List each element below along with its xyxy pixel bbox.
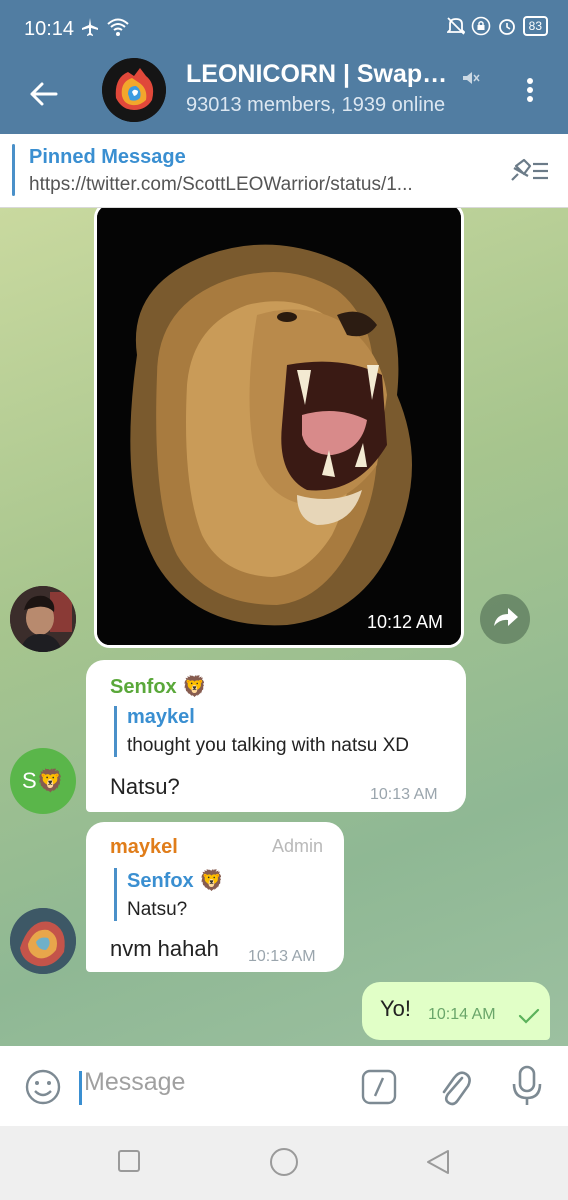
avatar-photo-sender[interactable] <box>10 586 76 652</box>
reply-sender-name: Senfox 🦁 <box>127 870 225 892</box>
pin-list-icon[interactable] <box>506 156 550 186</box>
recent-apps-icon[interactable] <box>116 1148 142 1174</box>
chat-area[interactable]: 10:12 AM S🦁 Senfox 🦁 maykel thought you … <box>0 208 568 1046</box>
status-time: 10:14 <box>24 18 75 40</box>
message-text: Natsu? <box>110 774 180 799</box>
message-bubble-outgoing[interactable]: Yo! 10:14 AM <box>362 982 550 1040</box>
muted-speaker-icon <box>463 72 480 84</box>
battery-indicator: 83 <box>522 16 548 36</box>
group-title: LEONICORN | Swap… <box>186 60 448 88</box>
avatar-maykel[interactable] <box>10 908 76 974</box>
photo-message[interactable]: 10:12 AM <box>94 208 464 648</box>
airplane-icon <box>82 18 98 36</box>
home-icon[interactable] <box>268 1146 300 1178</box>
message-time: 10:13 AM <box>370 786 438 803</box>
person-avatar-icon <box>10 586 76 652</box>
group-member-count: 93013 members, 1939 online <box>186 94 446 116</box>
bot-command-icon[interactable] <box>360 1068 398 1106</box>
reply-text: Natsu? <box>127 899 188 920</box>
lock-icon <box>471 16 490 36</box>
reply-quote[interactable]: Senfox 🦁 Natsu? <box>114 868 224 921</box>
sender-name[interactable]: Senfox 🦁 <box>110 674 207 699</box>
reply-quote[interactable]: maykel thought you talking with natsu XD <box>114 706 409 757</box>
message-input-bar <box>0 1046 568 1126</box>
pinned-label: Pinned Message <box>29 146 186 168</box>
back-arrow-icon[interactable] <box>22 72 66 116</box>
emoji-icon[interactable] <box>24 1068 62 1106</box>
text-caret <box>79 1071 82 1105</box>
system-navigation-bar <box>0 1126 568 1200</box>
pinned-message-bar[interactable]: Pinned Message https://twitter.com/Scott… <box>0 134 568 208</box>
reply-text: thought you talking with natsu XD <box>127 735 410 756</box>
sender-name[interactable]: maykel <box>110 836 178 859</box>
colorful-avatar-icon <box>10 908 76 974</box>
share-forward-icon[interactable] <box>480 594 530 644</box>
message-bubble-maykel[interactable]: maykel Admin Senfox 🦁 Natsu? nvm hahah 1… <box>86 822 344 972</box>
wifi-icon <box>107 18 129 36</box>
avatar-senfox[interactable]: S🦁 <box>10 748 76 814</box>
lion-logo-icon <box>102 58 166 122</box>
photo-timestamp: 10:12 AM <box>366 612 443 632</box>
message-bubble-senfox[interactable]: Senfox 🦁 maykel thought you talking with… <box>86 660 466 812</box>
reply-sender-name: maykel <box>127 706 195 728</box>
back-nav-icon[interactable] <box>424 1148 452 1176</box>
pinned-accent-bar <box>12 144 15 196</box>
message-input[interactable] <box>84 1068 334 1097</box>
message-time: 10:13 AM <box>248 948 316 965</box>
message-text: nvm hahah <box>110 936 219 961</box>
pinned-text: https://twitter.com/ScottLEOWarrior/stat… <box>29 174 413 195</box>
status-bar: 10:14 83 <box>0 0 568 58</box>
message-text: Yo! <box>380 996 412 1021</box>
attach-paperclip-icon[interactable] <box>436 1066 472 1108</box>
alarm-icon <box>498 19 515 35</box>
message-time: 10:14 AM <box>428 1006 496 1023</box>
admin-badge: Admin <box>272 836 324 856</box>
bell-muted-icon <box>446 17 465 35</box>
microphone-icon[interactable] <box>510 1064 544 1108</box>
read-check-icon <box>518 1008 540 1024</box>
lion-photo <box>97 208 461 645</box>
more-options-icon[interactable] <box>516 72 544 108</box>
group-avatar[interactable] <box>102 58 166 122</box>
chat-header[interactable]: LEONICORN | Swap… 93013 members, 1939 on… <box>0 58 568 134</box>
